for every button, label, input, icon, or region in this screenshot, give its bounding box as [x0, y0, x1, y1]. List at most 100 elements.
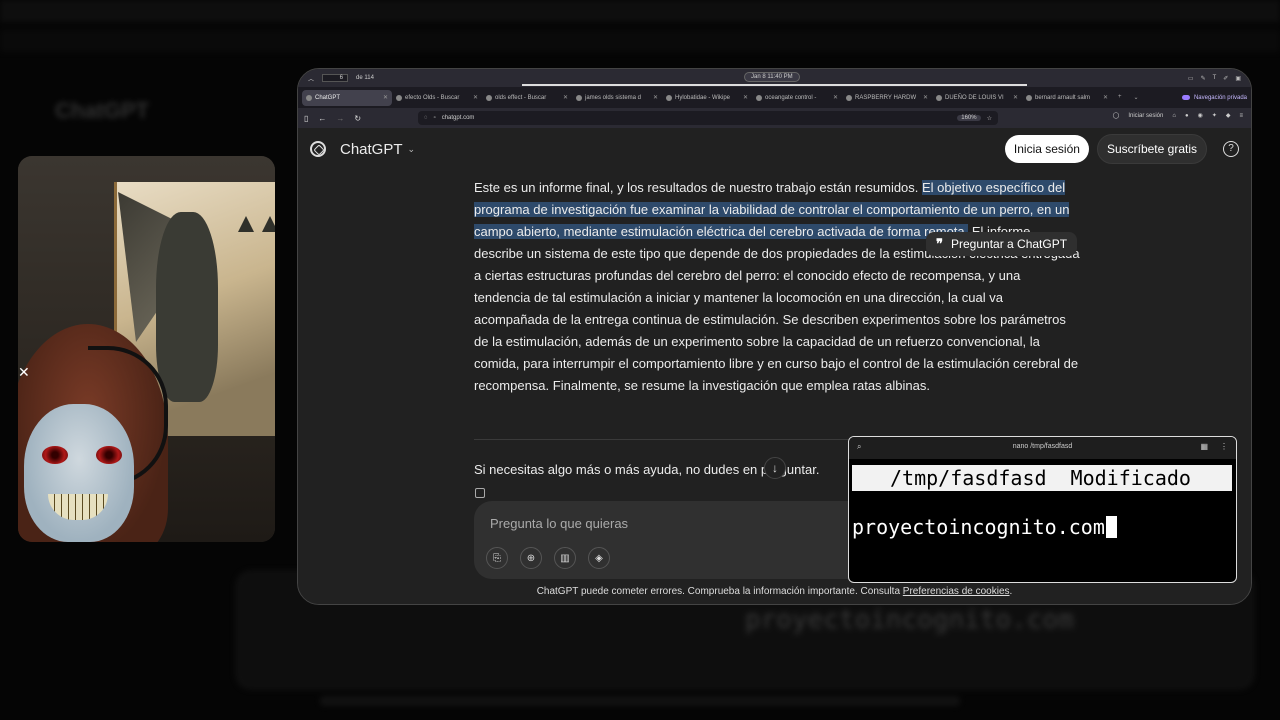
- url-text: chatgpt.com: [441, 115, 475, 121]
- tab-favicon: [936, 94, 942, 101]
- scroll-down-button[interactable]: ↓: [764, 457, 786, 479]
- tab-label: olds effect - Buscar: [495, 94, 547, 101]
- terminal-window: ⌕ nano /tmp/fasdfasd ▦ ⋮ /tmp/fasdfasd M…: [848, 436, 1237, 583]
- lock-icon[interactable]: ▫: [434, 115, 436, 121]
- bg-title: ChatGPT: [55, 98, 150, 123]
- close-icon[interactable]: ✕: [383, 94, 388, 101]
- signup-button[interactable]: Suscríbete gratis: [1096, 134, 1207, 164]
- pdf-tools: ▭ ✎ T ✐ ▣: [1188, 75, 1241, 82]
- private-mask-icon: [1181, 95, 1190, 100]
- tab-favicon: [396, 94, 402, 101]
- chevron-down-icon[interactable]: ⌄: [1134, 94, 1139, 101]
- close-icon[interactable]: ✕: [743, 94, 748, 101]
- login-button[interactable]: Inicia sesión: [1004, 135, 1089, 163]
- pen-icon[interactable]: ✎: [1201, 75, 1206, 82]
- tab-label: DUEÑO DE LOUIS VI: [945, 94, 1004, 101]
- cookie-preferences-link[interactable]: Preferencias de cookies: [903, 586, 1010, 597]
- page-number-input[interactable]: 6: [322, 74, 349, 82]
- extension-icon[interactable]: ✦: [1212, 112, 1217, 119]
- tab-item[interactable]: bernard arnault salm ✕: [1022, 90, 1112, 106]
- tab-actions: + ⌄: [1118, 94, 1139, 101]
- attach-icon[interactable]: ⎘: [486, 547, 508, 569]
- painting-cat-ear: [262, 216, 275, 232]
- nano-header: /tmp/fasdfasd Modificado: [852, 465, 1232, 491]
- back-icon[interactable]: ←: [318, 114, 326, 123]
- tab-favicon: [576, 94, 582, 101]
- close-icon[interactable]: ✕: [653, 94, 658, 101]
- tab-favicon: [756, 94, 762, 101]
- model-selector[interactable]: ChatGPT ⌄: [340, 141, 415, 158]
- webcam-overlay: ✕: [18, 156, 275, 542]
- account-icon[interactable]: ◯: [1113, 112, 1120, 119]
- draw-icon[interactable]: ✐: [1223, 75, 1228, 82]
- zoom-level[interactable]: 160%: [957, 115, 981, 121]
- close-icon[interactable]: ✕: [473, 94, 478, 101]
- tab-item[interactable]: RASPBERRY HARDW ✕: [842, 90, 932, 106]
- tab-favicon: [1026, 94, 1032, 101]
- image-icon[interactable]: ◈: [588, 547, 610, 569]
- title-bar-line: [522, 84, 1027, 86]
- close-icon[interactable]: ✕: [563, 94, 568, 101]
- page-total: de 114: [356, 75, 374, 81]
- tab-label: efecto Olds - Buscar: [405, 94, 460, 101]
- painting-cat-ear: [238, 216, 254, 232]
- extension-icon[interactable]: ●: [1185, 113, 1189, 119]
- forward-icon[interactable]: →: [336, 114, 344, 123]
- prompt-input[interactable]: Pregunta lo que quieras: [490, 516, 628, 531]
- tab-label: RASPBERRY HARDW: [855, 94, 917, 101]
- close-icon[interactable]: ✕: [1103, 94, 1108, 101]
- help-icon[interactable]: ?: [1223, 141, 1239, 157]
- text-icon[interactable]: T: [1213, 75, 1217, 82]
- tab-favicon: [666, 94, 672, 101]
- close-icon[interactable]: ✕: [923, 94, 928, 101]
- new-tab-icon[interactable]: +: [1118, 94, 1122, 101]
- close-icon[interactable]: ✕: [18, 364, 30, 381]
- extension-icon[interactable]: ◉: [1198, 112, 1203, 119]
- nano-content: proyectoincognito.com: [852, 515, 1105, 539]
- tab-item[interactable]: oceangate control - ✕: [752, 90, 842, 106]
- tab-label: ChatGPT: [315, 94, 341, 101]
- tab-chatgpt[interactable]: ChatGPT ✕: [302, 89, 392, 106]
- extension-icon[interactable]: ◆: [1226, 112, 1231, 119]
- tab-favicon: [306, 94, 312, 101]
- tab-item[interactable]: james olds sistema d ✕: [572, 90, 662, 106]
- nano-editor[interactable]: proyectoincognito.com: [852, 515, 1236, 539]
- reload-icon[interactable]: ↻: [354, 114, 361, 123]
- tab-item[interactable]: efecto Olds - Buscar ✕: [392, 90, 482, 106]
- terminal-title: nano /tmp/fasdfasd: [1012, 443, 1073, 450]
- nav-toolbar: ◯ Iniciar sesión ⌂ ● ◉ ✦ ◆ ≡: [1113, 112, 1243, 120]
- book-icon[interactable]: ▥: [554, 547, 576, 569]
- openai-logo-icon[interactable]: [310, 141, 326, 157]
- tab-strip: ChatGPT ✕ efecto Olds - Buscar ✕ olds effe…: [298, 87, 1251, 108]
- sidebar-toggle-icon[interactable]: ▯: [304, 114, 308, 123]
- menu-icon[interactable]: ≡: [1239, 113, 1243, 119]
- tab-item[interactable]: olds effect - Buscar ✕: [482, 90, 572, 106]
- tab-item[interactable]: DUEÑO DE LOUIS VI ✕: [932, 90, 1022, 106]
- tab-item[interactable]: Hylobatidae - Wikipe ✕: [662, 90, 752, 106]
- quote-icon: ❞: [936, 236, 943, 251]
- terminal-titlebar: ⌕ nano /tmp/fasdfasd ▦ ⋮: [849, 437, 1236, 459]
- url-bar[interactable]: ◌ ▫ chatgpt.com 160% ☆: [418, 111, 998, 125]
- footer-text: .: [1009, 586, 1013, 597]
- more-icon[interactable]: ⋮: [1220, 442, 1228, 451]
- bg-bar: [0, 30, 1280, 52]
- nano-status: Modificado: [1070, 466, 1191, 490]
- copy-icon[interactable]: [475, 488, 485, 498]
- tab-favicon: [846, 94, 852, 101]
- brand-label: ChatGPT: [340, 140, 403, 158]
- bg-bar: [0, 0, 1280, 22]
- window-icon[interactable]: ▣: [1235, 75, 1241, 82]
- comment-icon[interactable]: ▭: [1188, 75, 1194, 82]
- shield-icon[interactable]: ◌: [424, 115, 428, 121]
- close-icon[interactable]: ✕: [833, 94, 838, 101]
- ask-chatgpt-popup[interactable]: ❞ Preguntar a ChatGPT: [926, 232, 1078, 256]
- close-icon[interactable]: ✕: [1013, 94, 1018, 101]
- assistant-message: Este es un informe final, y los resultad…: [474, 177, 1080, 397]
- chevron-up-icon[interactable]: ︿: [308, 74, 314, 83]
- globe-icon[interactable]: ⊕: [520, 547, 542, 569]
- message-text: Este es un informe final, y los resultad…: [474, 180, 923, 195]
- tab-icon[interactable]: ▦: [1200, 442, 1208, 451]
- extension-icon[interactable]: ⌂: [1172, 113, 1176, 119]
- browser-signin[interactable]: Iniciar sesión: [1128, 113, 1163, 119]
- bookmark-star-icon[interactable]: ☆: [987, 115, 992, 122]
